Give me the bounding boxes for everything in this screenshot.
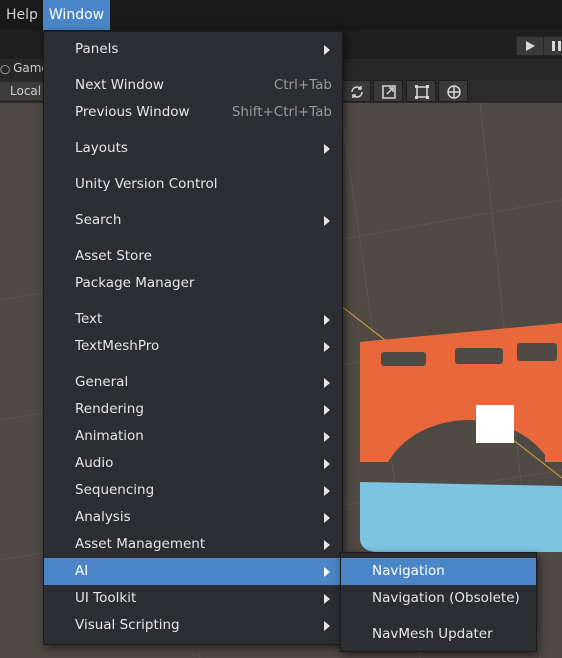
- menu-item-next-window[interactable]: Next Window Ctrl+Tab: [44, 72, 342, 99]
- submenu-arrow-icon: [324, 216, 330, 226]
- menu-item-label: General: [75, 374, 129, 390]
- menu-item-label: Text: [75, 311, 103, 327]
- submenu-arrow-icon: [324, 567, 330, 577]
- menu-item-label: Visual Scripting: [75, 617, 180, 633]
- rotate-tool-button[interactable]: [341, 80, 371, 102]
- submenu-arrow-icon: [324, 432, 330, 442]
- submenu-item-navigation[interactable]: Navigation: [341, 558, 536, 585]
- ai-submenu: Navigation Navigation (Obsolete) NavMesh U…: [340, 552, 537, 652]
- menu-item-label: TextMeshPro: [75, 338, 160, 354]
- scale-icon: [382, 85, 396, 99]
- rotate-icon: [351, 86, 363, 98]
- menu-item-label: Package Manager: [75, 275, 195, 291]
- menu-item-analysis[interactable]: Analysis: [44, 504, 342, 531]
- menu-item-panels[interactable]: Panels: [44, 36, 342, 63]
- menu-item-label: UI Toolkit: [75, 590, 137, 606]
- menu-item-label: Unity Version Control: [75, 176, 218, 192]
- menu-item-ai[interactable]: AI: [44, 558, 342, 585]
- local-label: Local: [10, 84, 42, 98]
- rect-icon: [415, 85, 429, 99]
- menu-item-label: AI: [75, 563, 89, 579]
- submenu-arrow-icon: [324, 540, 330, 550]
- submenu-arrow-icon: [324, 405, 330, 415]
- menu-item-search[interactable]: Search: [44, 207, 342, 234]
- menu-item-label: Next Window: [75, 77, 164, 93]
- pause-icon: [552, 41, 561, 51]
- submenu-arrow-icon: [324, 486, 330, 496]
- transform-icon: [447, 85, 461, 99]
- play-button[interactable]: [516, 36, 544, 56]
- submenu-arrow-icon: [324, 459, 330, 469]
- menu-item-previous-window[interactable]: Previous Window Shift+Ctrl+Tab: [44, 99, 342, 126]
- scene-object-square: [476, 405, 514, 443]
- menu-item-visual-scripting[interactable]: Visual Scripting: [44, 612, 342, 639]
- menu-item-label: Analysis: [75, 509, 131, 525]
- menu-item-package-manager[interactable]: Package Manager: [44, 270, 342, 297]
- menu-item-label: Asset Store: [75, 248, 152, 264]
- submenu-item-navigation-obsolete[interactable]: Navigation (Obsolete): [341, 585, 536, 612]
- menu-item-general[interactable]: General: [44, 369, 342, 396]
- submenu-item-label: Navigation (Obsolete): [372, 590, 520, 606]
- menu-item-rendering[interactable]: Rendering: [44, 396, 342, 423]
- game-tab-icon: ◯: [0, 65, 11, 75]
- submenu-arrow-icon: [324, 594, 330, 604]
- menu-item-audio[interactable]: Audio: [44, 450, 342, 477]
- menu-item-sequencing[interactable]: Sequencing: [44, 477, 342, 504]
- menubar: Help Window: [0, 0, 562, 30]
- submenu-arrow-icon: [324, 621, 330, 631]
- transform-tool-button[interactable]: [438, 80, 468, 102]
- submenu-arrow-icon: [324, 144, 330, 154]
- menu-item-label: Animation: [75, 428, 144, 444]
- menu-item-unity-version-control[interactable]: Unity Version Control: [44, 171, 342, 198]
- submenu-item-navmesh-updater[interactable]: NavMesh Updater: [341, 621, 536, 648]
- menu-window[interactable]: Window: [43, 0, 110, 30]
- rect-tool-button[interactable]: [406, 80, 436, 102]
- menu-help[interactable]: Help: [6, 0, 38, 30]
- submenu-item-label: Navigation: [372, 563, 445, 579]
- pivot-local-button[interactable]: Local: [0, 82, 44, 100]
- menu-item-label: Rendering: [75, 401, 144, 417]
- menu-item-layouts[interactable]: Layouts: [44, 135, 342, 162]
- menu-item-label: Panels: [75, 41, 119, 57]
- menu-item-shortcut: Shift+Ctrl+Tab: [231, 104, 332, 120]
- submenu-arrow-icon: [324, 342, 330, 352]
- menu-item-asset-management[interactable]: Asset Management: [44, 531, 342, 558]
- water-sprite: [360, 482, 562, 552]
- pause-button[interactable]: [543, 36, 562, 56]
- submenu-arrow-icon: [324, 45, 330, 55]
- menu-item-ui-toolkit[interactable]: UI Toolkit: [44, 585, 342, 612]
- window-menu: Panels Next Window Ctrl+Tab Previous Window…: [43, 31, 343, 645]
- menu-item-animation[interactable]: Animation: [44, 423, 342, 450]
- menu-item-shortcut: Ctrl+Tab: [273, 77, 332, 93]
- submenu-arrow-icon: [324, 315, 330, 325]
- tab-game[interactable]: ◯ Game: [0, 61, 49, 75]
- play-icon: [526, 41, 535, 51]
- menu-item-label: Audio: [75, 455, 114, 471]
- scale-tool-button[interactable]: [373, 80, 403, 102]
- menu-item-label: Sequencing: [75, 482, 155, 498]
- submenu-arrow-icon: [324, 513, 330, 523]
- submenu-arrow-icon: [324, 378, 330, 388]
- menu-item-label: Asset Management: [75, 536, 206, 552]
- submenu-item-label: NavMesh Updater: [372, 626, 493, 642]
- menu-item-text[interactable]: Text: [44, 306, 342, 333]
- menu-item-asset-store[interactable]: Asset Store: [44, 243, 342, 270]
- menu-item-label: Layouts: [75, 140, 128, 156]
- menu-item-label: Previous Window: [75, 104, 190, 120]
- menu-item-label: Search: [75, 212, 122, 228]
- menu-item-textmeshpro[interactable]: TextMeshPro: [44, 333, 342, 360]
